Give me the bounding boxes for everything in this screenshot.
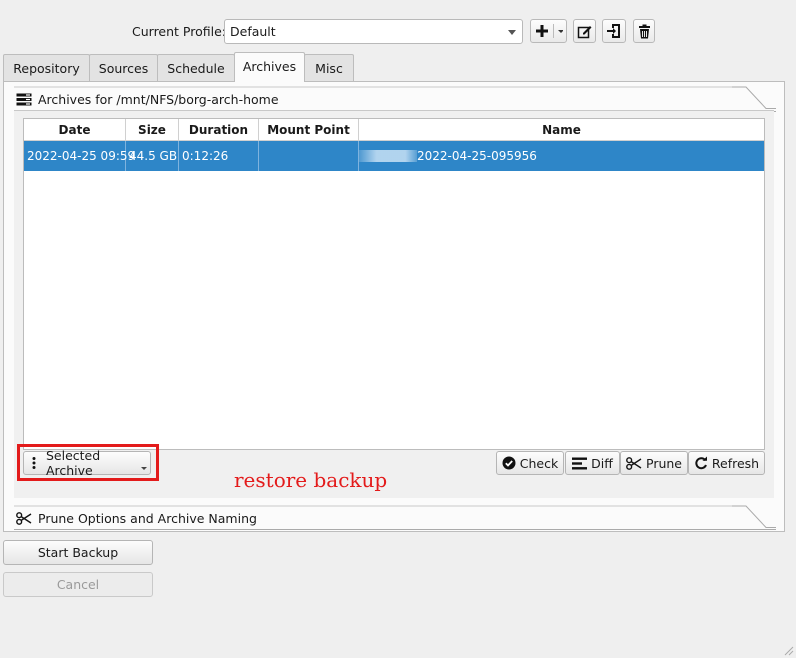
scissors-icon (626, 456, 642, 470)
plus-icon (535, 25, 548, 37)
diff-lines-icon (572, 457, 588, 469)
column-header-date[interactable]: Date (24, 119, 126, 141)
current-profile-label: Current Profile: (132, 24, 227, 39)
diff-label: Diff (591, 455, 613, 471)
column-header-size[interactable]: Size (126, 119, 179, 141)
cell-size: 44.5 GB (126, 141, 179, 171)
cell-date: 2022-04-25 09:59 (24, 141, 135, 171)
cancel-button[interactable]: Cancel (3, 572, 153, 597)
prune-button[interactable]: Prune (620, 451, 688, 475)
import-profile-button[interactable] (602, 19, 626, 43)
trash-icon (638, 24, 650, 38)
import-icon (607, 24, 620, 38)
redacted-blur (359, 150, 417, 162)
refresh-icon (695, 456, 707, 470)
refresh-button[interactable]: Refresh (688, 451, 765, 475)
edit-icon (577, 25, 592, 38)
profile-select[interactable]: Default (224, 19, 523, 44)
prune-label: Prune (646, 455, 682, 471)
table-row[interactable]: 2022-04-25 09:59 44.5 GB 0:12:26 2022-04… (24, 141, 764, 171)
chevron-down-icon (552, 24, 563, 38)
tab-schedule[interactable]: Schedule (157, 54, 235, 81)
annotation-text: restore backup (234, 468, 388, 492)
check-label: Check (519, 455, 559, 471)
check-button[interactable]: Check (496, 451, 564, 475)
check-circle-icon (502, 456, 516, 470)
add-profile-button[interactable] (530, 19, 567, 43)
column-header-name[interactable]: Name (359, 119, 764, 141)
cell-name: 2022-04-25-095956 (359, 141, 764, 171)
archives-table[interactable]: Date Size Duration Mount Point Name 2022… (23, 118, 765, 450)
prune-group-tab-shape (14, 505, 776, 530)
archives-group-tab-shape (14, 86, 776, 112)
annotation-highlight-box (17, 444, 159, 481)
tab-misc[interactable]: Misc (304, 54, 354, 81)
delete-profile-button[interactable] (633, 19, 655, 43)
cell-duration: 0:12:26 (179, 141, 259, 171)
resize-grip-icon[interactable] (782, 644, 794, 656)
column-header-mount-point[interactable]: Mount Point (259, 119, 359, 141)
cell-name-text: 2022-04-25-095956 (417, 149, 537, 163)
cell-mount-point (259, 141, 359, 171)
tab-repository[interactable]: Repository (3, 54, 90, 81)
column-header-duration[interactable]: Duration (179, 119, 259, 141)
edit-profile-button[interactable] (573, 19, 596, 43)
start-backup-button[interactable]: Start Backup (3, 540, 153, 565)
tab-sources[interactable]: Sources (89, 54, 158, 81)
tab-archives[interactable]: Archives (234, 52, 305, 82)
diff-button[interactable]: Diff (565, 451, 620, 475)
profile-select-value: Default (230, 24, 276, 39)
chevron-down-icon (508, 30, 516, 35)
refresh-label: Refresh (711, 455, 760, 471)
